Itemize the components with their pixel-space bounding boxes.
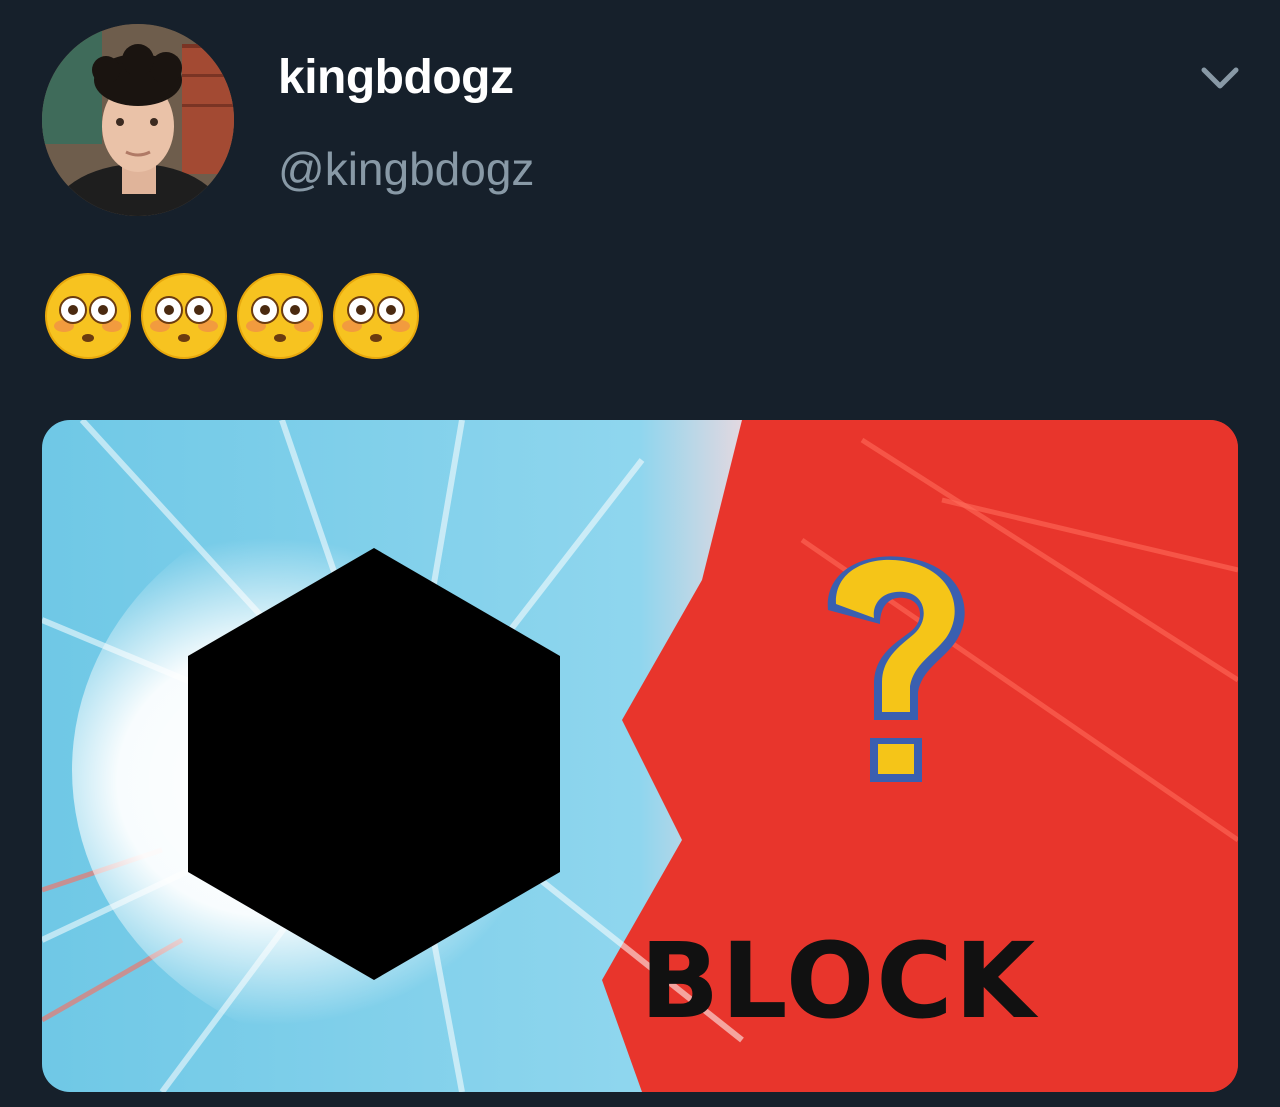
flushed-face-icon: [237, 273, 323, 359]
user-handle[interactable]: @kingbdogz: [278, 142, 534, 196]
flushed-face-icon: [45, 273, 131, 359]
media-caption: BLOCK: [640, 920, 1038, 1042]
flushed-face-icon: [333, 273, 419, 359]
tweet: kingbdogz @kingbdogz 😳😳😳😳: [0, 0, 1280, 1107]
avatar[interactable]: [42, 24, 234, 216]
display-name[interactable]: kingbdogz: [278, 50, 514, 105]
tweet-text: 😳😳😳😳: [44, 272, 420, 362]
flushed-face-icon: [141, 273, 227, 359]
chevron-down-icon[interactable]: [1196, 58, 1244, 98]
tweet-image[interactable]: BLOCK: [42, 420, 1238, 1092]
